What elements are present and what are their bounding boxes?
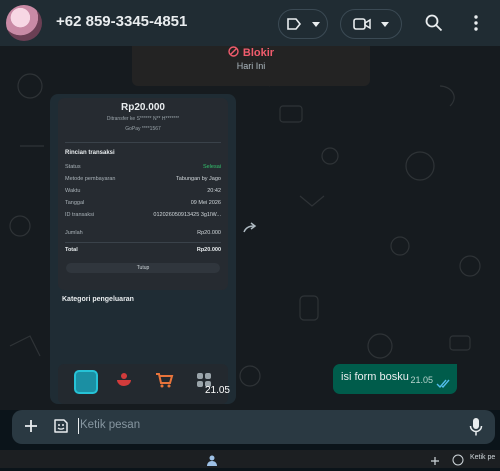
receipt-row-key: Tanggal (65, 200, 85, 206)
message-input[interactable]: Ketik pesan (80, 419, 140, 431)
forward-icon[interactable] (242, 220, 258, 236)
search-icon[interactable] (424, 13, 444, 33)
message-time: 21.05 (410, 375, 433, 385)
chevron-down-icon (312, 21, 320, 27)
block-label: Blokir (242, 47, 275, 59)
text-cursor (78, 418, 79, 434)
outgoing-message[interactable]: isi form bosku 21.05 (333, 364, 457, 394)
receipt-jumlah-label: Jumlah (65, 230, 83, 236)
message-input-container[interactable]: Ketik pesan (12, 410, 495, 444)
receipt-row-value: 012026050913425 3g1IW... (153, 212, 221, 218)
receipt-screenshot: Rp20.000 Ditransfer ke S****** N** H****… (58, 98, 228, 290)
receipt-row-value: Selesai (202, 164, 221, 170)
receipt-row: Tanggal 09 Mei 2026 (65, 200, 221, 208)
chat-header: +62 859-3345-4851 (0, 0, 500, 46)
receipt-row-value: Tabungan by Jago (176, 176, 221, 182)
receipt-row-value: 09 Mei 2026 (190, 200, 221, 206)
plus-icon[interactable] (23, 418, 39, 439)
receipt-kategori-title: Kategori pengeluaran (62, 296, 134, 303)
plus-icon[interactable] (430, 453, 440, 471)
sticker-icon[interactable] (52, 417, 70, 440)
receipt-gopay-line: GoPay ****1567 (125, 126, 161, 132)
sticker-icon[interactable] (452, 453, 464, 471)
receipt-row-key: Waktu (65, 188, 81, 194)
receipt-row: Metode pembayaran Tabungan by Jago (65, 176, 221, 184)
label-icon (286, 17, 302, 31)
read-ticks-icon (436, 375, 450, 393)
receipt-total-label: Total (65, 247, 78, 253)
receipt-row: Waktu 20:42 (65, 188, 221, 196)
receipt-total-row: Total Rp20.000 (65, 247, 221, 255)
category-transfer-icon (74, 370, 98, 394)
message-text: isi form bosku (341, 371, 409, 383)
composer-bar: Ketik pesan (0, 410, 500, 450)
receipt-row: Status Selesai (65, 164, 221, 172)
receipt-transfer-line: Ditransfer ke S****** N** H******* (106, 116, 180, 122)
divider (65, 142, 221, 143)
contact-name[interactable]: +62 859-3345-4851 (56, 13, 187, 30)
more-vert-icon[interactable] (466, 13, 486, 33)
receipt-row-key: Metode pembayaran (65, 176, 116, 182)
label-menu-button[interactable] (278, 9, 328, 39)
message-time: 21.05 (204, 385, 230, 396)
avatar[interactable] (6, 5, 42, 41)
video-call-icon (353, 17, 371, 31)
category-cart-icon (154, 370, 174, 390)
category-strip (58, 364, 228, 404)
block-button[interactable]: Blokir (132, 46, 370, 60)
receipt-total-value: Rp20.000 (196, 247, 221, 253)
receipt-jumlah-value: Rp20.000 (197, 230, 221, 236)
receipt-row: ID transaksi 012026050913425 3g1IW... (65, 212, 221, 220)
block-icon (228, 46, 239, 60)
date-divider: Hari Ini (236, 61, 266, 71)
os-taskbar: Ketik pe (0, 450, 500, 468)
receipt-tutup-button: Tutup (66, 263, 220, 273)
receipt-jumlah-row: Jumlah Rp20.000 (65, 230, 221, 238)
taskbar-preview-text: Ketik pe (470, 454, 496, 461)
video-call-button[interactable] (340, 9, 402, 39)
receipt-amount: Rp20.000 (121, 102, 165, 113)
receipt-row-value: 20:42 (207, 188, 221, 194)
blocked-info-card: Blokir Hari Ini (132, 46, 370, 86)
receipt-row-key: ID transaksi (65, 212, 95, 218)
chevron-down-icon (381, 21, 389, 27)
mic-icon[interactable] (469, 417, 483, 442)
receipt-row-key: Status (65, 164, 81, 170)
receipt-section-title: Rincian transaksi (65, 150, 115, 156)
user-icon[interactable] (206, 453, 218, 466)
divider (65, 242, 221, 243)
image-message[interactable]: Rp20.000 Ditransfer ke S****** N** H****… (50, 94, 236, 404)
chat-area[interactable]: Blokir Hari Ini Rp20.000 Ditransfer ke S… (0, 46, 500, 410)
category-food-icon (114, 370, 134, 390)
